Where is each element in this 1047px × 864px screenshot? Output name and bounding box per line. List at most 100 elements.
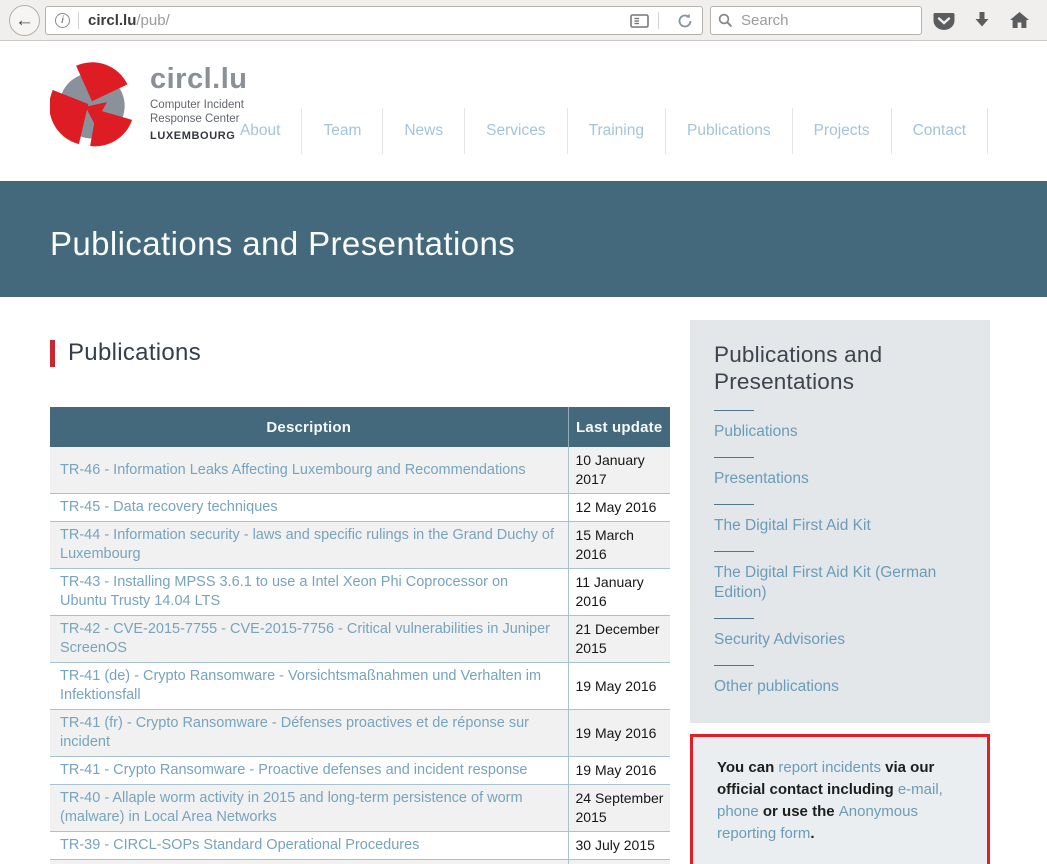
table-row: TR-42 - CVE-2015-7755 - CVE-2015-7756 - … xyxy=(50,616,670,663)
publication-link[interactable]: TR-39 - CIRCL-SOPs Standard Operational … xyxy=(60,837,419,853)
red-accent-bar xyxy=(50,340,55,367)
download-icon[interactable] xyxy=(971,9,993,36)
nav-item-news[interactable]: News xyxy=(383,108,465,154)
report-incidents-link[interactable]: report incidents xyxy=(778,759,881,776)
last-update-cell: 30 July 2015 xyxy=(568,832,670,860)
refresh-icon[interactable] xyxy=(668,13,702,29)
publication-link[interactable]: TR-41 - Crypto Ransomware - Proactive de… xyxy=(60,762,527,778)
description-cell: TR-45 - Data recovery techniques xyxy=(50,494,568,522)
table-row: TR-41 - Crypto Ransomware - Proactive de… xyxy=(50,757,670,785)
sidebar-link[interactable]: The Digital First Aid Kit xyxy=(714,516,966,536)
last-update-cell: 19 May 2016 xyxy=(568,663,670,710)
description-cell: TR-40 - Allaple worm activity in 2015 an… xyxy=(50,785,568,832)
col-header-last-update: Last update xyxy=(568,407,670,447)
description-cell: TR-38 - Attacks targeting enterprise ban… xyxy=(50,860,568,864)
home-icon[interactable] xyxy=(1008,9,1031,36)
description-cell: TR-41 - Crypto Ransomware - Proactive de… xyxy=(50,757,568,785)
sidebar-link-item: Other publications xyxy=(714,665,966,697)
sidebar-divider xyxy=(714,457,754,458)
section-title: Publications xyxy=(68,339,201,367)
sidebar-link[interactable]: Publications xyxy=(714,422,966,442)
nav-item-training[interactable]: Training xyxy=(568,108,666,154)
logo-title: circl.lu xyxy=(150,65,248,94)
publication-link[interactable]: TR-43 - Installing MPSS 3.6.1 to use a I… xyxy=(60,574,508,609)
description-cell: TR-46 - Information Leaks Affecting Luxe… xyxy=(50,447,568,494)
sidebar-link[interactable]: Presentations xyxy=(714,469,966,489)
table-row: TR-41 (fr) - Crypto Ransomware - Défense… xyxy=(50,710,670,757)
sidebar-nav-box: Publications and Presentations Publicati… xyxy=(690,320,990,723)
search-input[interactable] xyxy=(710,6,922,35)
nav-item-services[interactable]: Services xyxy=(465,108,567,154)
circl-logo-icon[interactable] xyxy=(50,60,134,148)
last-update-cell: 19 May 2016 xyxy=(568,710,670,757)
table-row: TR-44 - Information security - laws and … xyxy=(50,522,670,569)
last-update-cell: 10 January 2017 xyxy=(568,447,670,494)
table-row: TR-38 - Attacks targeting enterprise ban… xyxy=(50,860,670,864)
back-button[interactable]: ← xyxy=(9,5,40,36)
sidebar-divider xyxy=(714,665,754,666)
description-cell: TR-44 - Information security - laws and … xyxy=(50,522,568,569)
page-info-icon[interactable]: i xyxy=(55,13,70,28)
publications-section-head: Publications xyxy=(50,339,201,367)
nav-item-team[interactable]: Team xyxy=(302,108,383,154)
sidebar-link-item: The Digital First Aid Kit (German Editio… xyxy=(714,551,966,603)
url-bar[interactable]: i circl.lu/pub/ xyxy=(45,6,703,35)
sidebar-divider xyxy=(714,504,754,505)
table-row: TR-45 - Data recovery techniques12 May 2… xyxy=(50,494,670,522)
last-update-cell: 11 January 2016 xyxy=(568,569,670,616)
url-separator xyxy=(78,12,79,29)
nav-item-publications[interactable]: Publications xyxy=(666,108,793,154)
last-update-cell: 21 December 2015 xyxy=(568,616,670,663)
nav-item-contact[interactable]: Contact xyxy=(892,108,988,154)
sidebar-link-item: Security Advisories xyxy=(714,618,966,650)
page-title: Publications and Presentations xyxy=(0,215,515,263)
sidebar-links-list: Publications Presentations The Digital Fir… xyxy=(714,410,966,697)
publications-table: Description Last update TR-46 - Informat… xyxy=(50,407,670,864)
table-row: TR-40 - Allaple worm activity in 2015 an… xyxy=(50,785,670,832)
sidebar-link[interactable]: The Digital First Aid Kit (German Editio… xyxy=(714,563,966,603)
main-nav-list: AboutTeamNewsServicesTrainingPublication… xyxy=(219,108,988,154)
pocket-icon[interactable] xyxy=(932,9,956,38)
publication-link[interactable]: TR-45 - Data recovery techniques xyxy=(60,499,278,515)
description-cell: TR-43 - Installing MPSS 3.6.1 to use a I… xyxy=(50,569,568,616)
sidebar-link[interactable]: Security Advisories xyxy=(714,630,966,650)
table-row: TR-46 - Information Leaks Affecting Luxe… xyxy=(50,447,670,494)
table-row: TR-43 - Installing MPSS 3.6.1 to use a I… xyxy=(50,569,670,616)
browser-search xyxy=(710,6,922,35)
description-cell: TR-42 - CVE-2015-7755 - CVE-2015-7756 - … xyxy=(50,616,568,663)
publication-link[interactable]: TR-42 - CVE-2015-7755 - CVE-2015-7756 - … xyxy=(60,621,550,656)
publication-link[interactable]: TR-41 (de) - Crypto Ransomware - Vorsich… xyxy=(60,668,541,703)
description-cell: TR-41 (de) - Crypto Ransomware - Vorsich… xyxy=(50,663,568,710)
sidebar-divider xyxy=(714,618,754,619)
publication-link[interactable]: TR-40 - Allaple worm activity in 2015 an… xyxy=(60,790,523,825)
reader-view-icon[interactable] xyxy=(621,14,658,28)
publications-table-body: TR-46 - Information Leaks Affecting Luxe… xyxy=(50,447,670,864)
description-cell: TR-41 (fr) - Crypto Ransomware - Défense… xyxy=(50,710,568,757)
sidebar-link-item: Presentations xyxy=(714,457,966,489)
sidebar-link-item: Publications xyxy=(714,410,966,442)
last-update-cell: 19 May 2016 xyxy=(568,757,670,785)
main-nav: AboutTeamNewsServicesTrainingPublication… xyxy=(219,108,988,154)
site-header: circl.lu Computer Incident Response Cent… xyxy=(0,41,1047,181)
hero-banner: Publications and Presentations xyxy=(0,181,1047,297)
sidebar-link[interactable]: Other publications xyxy=(714,677,966,697)
sidebar-divider xyxy=(714,410,754,411)
sidebar-link-item: The Digital First Aid Kit xyxy=(714,504,966,536)
table-row: TR-39 - CIRCL-SOPs Standard Operational … xyxy=(50,832,670,860)
url-host: circl.lu xyxy=(88,12,136,29)
browser-toolbar: ← i circl.lu/pub/ xyxy=(0,0,1047,41)
last-update-cell: 24 September 2015 xyxy=(568,785,670,832)
search-icon xyxy=(718,13,733,33)
toolbar-separator xyxy=(658,12,659,29)
publication-link[interactable]: TR-41 (fr) - Crypto Ransomware - Défense… xyxy=(60,715,529,750)
publication-link[interactable]: TR-46 - Information Leaks Affecting Luxe… xyxy=(60,462,526,478)
publication-link[interactable]: TR-44 - Information security - laws and … xyxy=(60,527,554,562)
nav-item-projects[interactable]: Projects xyxy=(793,108,892,154)
sidebar: Publications and Presentations Publicati… xyxy=(690,320,990,864)
nav-item-about[interactable]: About xyxy=(219,108,303,154)
report-incident-notice: You can report incidents via our officia… xyxy=(690,734,990,864)
description-cell: TR-39 - CIRCL-SOPs Standard Operational … xyxy=(50,832,568,860)
notice-text: You can report incidents via our officia… xyxy=(717,757,963,845)
sidebar-divider xyxy=(714,551,754,552)
page: ← i circl.lu/pub/ xyxy=(0,0,1047,864)
